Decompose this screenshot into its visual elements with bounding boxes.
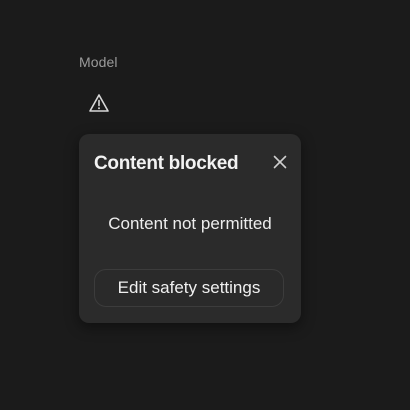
popup-title: Content blocked: [94, 153, 239, 174]
close-button[interactable]: [269, 153, 291, 175]
popup-message: Content not permitted: [108, 214, 272, 233]
close-icon: [273, 155, 287, 174]
app-stage: Model Content blocked Content not permit…: [0, 0, 410, 410]
model-label: Model: [79, 54, 118, 70]
warning-triangle-icon: [88, 93, 110, 113]
content-blocked-popup: Content blocked Content not permitted Ed…: [79, 134, 301, 323]
edit-safety-settings-button[interactable]: Edit safety settings: [94, 269, 284, 307]
